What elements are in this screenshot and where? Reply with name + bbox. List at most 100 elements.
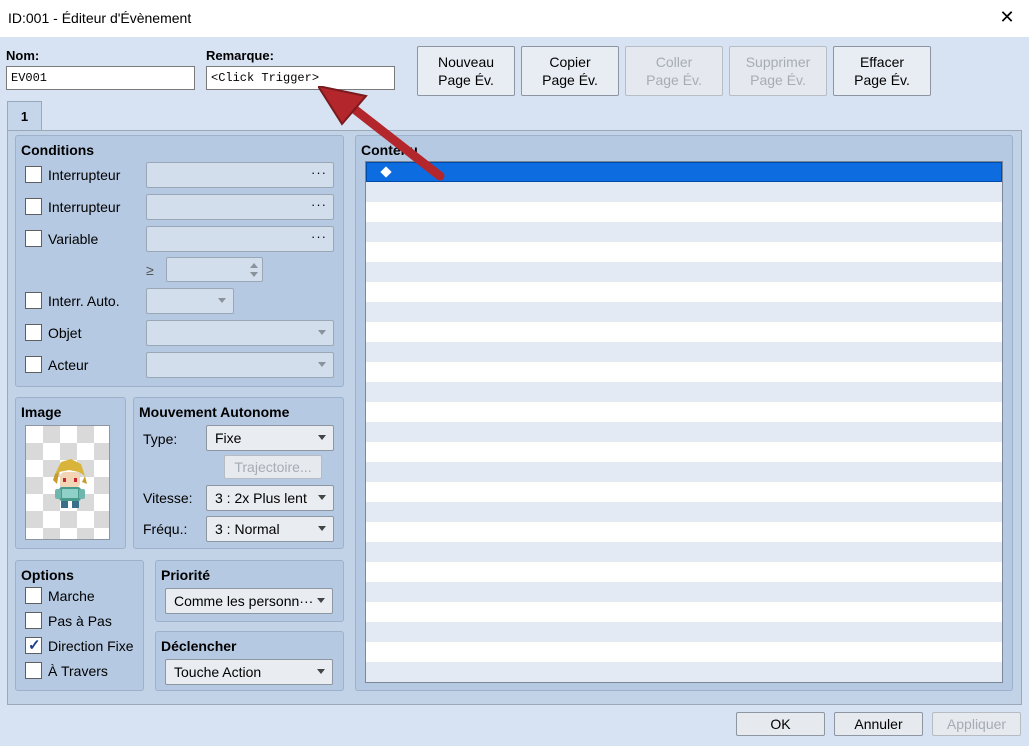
contents-title: Contenu bbox=[361, 142, 418, 158]
trigger-select[interactable]: Touche Action bbox=[165, 659, 333, 685]
route-button[interactable]: Trajectoire... bbox=[224, 455, 322, 479]
stepping-label: Pas à Pas bbox=[48, 613, 112, 629]
direction-fix-checkbox[interactable] bbox=[25, 636, 42, 654]
through-label: À Travers bbox=[48, 663, 108, 679]
movement-frequency-value: 3 : Normal bbox=[215, 521, 280, 537]
paste-page-label-1: Coller bbox=[655, 54, 693, 70]
item-label: Objet bbox=[48, 325, 82, 341]
variable-label: Variable bbox=[48, 231, 99, 247]
chevron-down-icon bbox=[318, 526, 326, 531]
diamond-icon bbox=[380, 166, 392, 178]
item-checkbox[interactable] bbox=[25, 324, 42, 341]
priority-value: Comme les personn··· bbox=[174, 593, 314, 609]
name-input[interactable]: EV001 bbox=[6, 66, 195, 90]
movement-type-label: Type: bbox=[143, 431, 178, 447]
movement-speed-select[interactable]: 3 : 2x Plus lent bbox=[206, 485, 334, 511]
clear-page-label-2: Page Év. bbox=[854, 72, 910, 88]
chevron-down-icon bbox=[318, 362, 326, 367]
priority-group: Priorité Comme les personn··· bbox=[155, 560, 344, 622]
switch2-field[interactable]: ··· bbox=[146, 194, 334, 220]
ellipsis-icon: ··· bbox=[311, 229, 327, 244]
variable-checkbox[interactable] bbox=[25, 230, 42, 247]
character-sprite-icon bbox=[53, 459, 87, 508]
window-title: ID:001 - Éditeur d'Évènement bbox=[8, 10, 192, 26]
movement-group: Mouvement Autonome Type: Fixe Trajectoir… bbox=[133, 397, 344, 549]
greater-equal-label: ≥ bbox=[146, 262, 154, 278]
chevron-down-icon bbox=[318, 495, 326, 500]
name-label: Nom: bbox=[6, 48, 40, 63]
chevron-down-icon bbox=[318, 435, 326, 440]
conditions-title: Conditions bbox=[21, 142, 95, 158]
clear-page-button[interactable]: Effacer Page Év. bbox=[833, 46, 931, 96]
priority-title: Priorité bbox=[161, 567, 211, 583]
movement-frequency-label: Fréqu.: bbox=[143, 521, 188, 537]
switch1-field[interactable]: ··· bbox=[146, 162, 334, 188]
chevron-down-icon bbox=[317, 598, 325, 603]
copy-page-label-2: Page Év. bbox=[542, 72, 598, 88]
chevron-down-icon bbox=[218, 298, 226, 303]
movement-type-select[interactable]: Fixe bbox=[206, 425, 334, 451]
switch1-label: Interrupteur bbox=[48, 167, 121, 183]
note-input[interactable]: <Click Trigger> bbox=[206, 66, 395, 90]
ellipsis-icon: ··· bbox=[311, 165, 327, 180]
new-page-label-2: Page Év. bbox=[438, 72, 494, 88]
spinner-arrows-icon bbox=[250, 263, 258, 277]
title-bar: ID:001 - Éditeur d'Évènement ✕ bbox=[0, 0, 1029, 37]
dialog-body: Nom: EV001 Remarque: <Click Trigger> Nou… bbox=[0, 37, 1029, 746]
switch2-checkbox[interactable] bbox=[25, 198, 42, 215]
stepping-checkbox[interactable] bbox=[25, 612, 42, 629]
close-icon[interactable]: ✕ bbox=[997, 7, 1017, 28]
trigger-group: Déclencher Touche Action bbox=[155, 631, 344, 691]
ok-button[interactable]: OK bbox=[736, 712, 825, 736]
delete-page-button[interactable]: Supprimer Page Év. bbox=[729, 46, 827, 96]
cancel-button[interactable]: Annuler bbox=[834, 712, 923, 736]
paste-page-button[interactable]: Coller Page Év. bbox=[625, 46, 723, 96]
movement-frequency-select[interactable]: 3 : Normal bbox=[206, 516, 334, 542]
note-label: Remarque: bbox=[206, 48, 274, 63]
walking-checkbox[interactable] bbox=[25, 587, 42, 604]
delete-page-label-1: Supprimer bbox=[745, 54, 811, 70]
trigger-title: Déclencher bbox=[161, 638, 237, 654]
copy-page-label-1: Copier bbox=[549, 54, 591, 70]
apply-button[interactable]: Appliquer bbox=[932, 712, 1021, 736]
ellipsis-icon: ··· bbox=[311, 197, 327, 212]
movement-title: Mouvement Autonome bbox=[139, 404, 290, 420]
actor-select[interactable] bbox=[146, 352, 334, 378]
delete-page-label-2: Page Év. bbox=[750, 72, 806, 88]
new-page-label-1: Nouveau bbox=[437, 54, 495, 70]
new-page-button[interactable]: Nouveau Page Év. bbox=[417, 46, 515, 96]
switch2-label: Interrupteur bbox=[48, 199, 121, 215]
movement-speed-value: 3 : 2x Plus lent bbox=[215, 490, 307, 506]
switch1-checkbox[interactable] bbox=[25, 166, 42, 183]
tab-page-1[interactable]: 1 bbox=[7, 101, 42, 131]
contents-group: Contenu bbox=[355, 135, 1013, 691]
paste-page-label-2: Page Év. bbox=[646, 72, 702, 88]
movement-type-value: Fixe bbox=[215, 430, 242, 446]
self-switch-label: Interr. Auto. bbox=[48, 293, 120, 309]
conditions-group: Conditions Interrupteur ··· Interrupteur… bbox=[15, 135, 344, 387]
priority-select[interactable]: Comme les personn··· bbox=[165, 588, 333, 614]
options-group: Options Marche Pas à Pas Direction Fixe … bbox=[15, 560, 144, 691]
copy-page-button[interactable]: Copier Page Év. bbox=[521, 46, 619, 96]
actor-checkbox[interactable] bbox=[25, 356, 42, 373]
self-switch-checkbox[interactable] bbox=[25, 292, 42, 309]
character-image[interactable] bbox=[25, 425, 110, 540]
options-title: Options bbox=[21, 567, 74, 583]
image-group: Image bbox=[15, 397, 126, 549]
walking-label: Marche bbox=[48, 588, 95, 604]
through-checkbox[interactable] bbox=[25, 662, 42, 679]
trigger-value: Touche Action bbox=[174, 664, 262, 680]
variable-value-spinner[interactable] bbox=[166, 257, 263, 282]
movement-speed-label: Vitesse: bbox=[143, 490, 193, 506]
self-switch-select[interactable] bbox=[146, 288, 234, 314]
event-command-list[interactable] bbox=[365, 161, 1003, 683]
event-page: Conditions Interrupteur ··· Interrupteur… bbox=[7, 130, 1022, 705]
chevron-down-icon bbox=[317, 669, 325, 674]
variable-field[interactable]: ··· bbox=[146, 226, 334, 252]
item-select[interactable] bbox=[146, 320, 334, 346]
clear-page-label-1: Effacer bbox=[859, 54, 905, 70]
chevron-down-icon bbox=[318, 330, 326, 335]
actor-label: Acteur bbox=[48, 357, 89, 373]
command-row-selected[interactable] bbox=[366, 162, 1002, 182]
direction-fix-label: Direction Fixe bbox=[48, 638, 134, 654]
